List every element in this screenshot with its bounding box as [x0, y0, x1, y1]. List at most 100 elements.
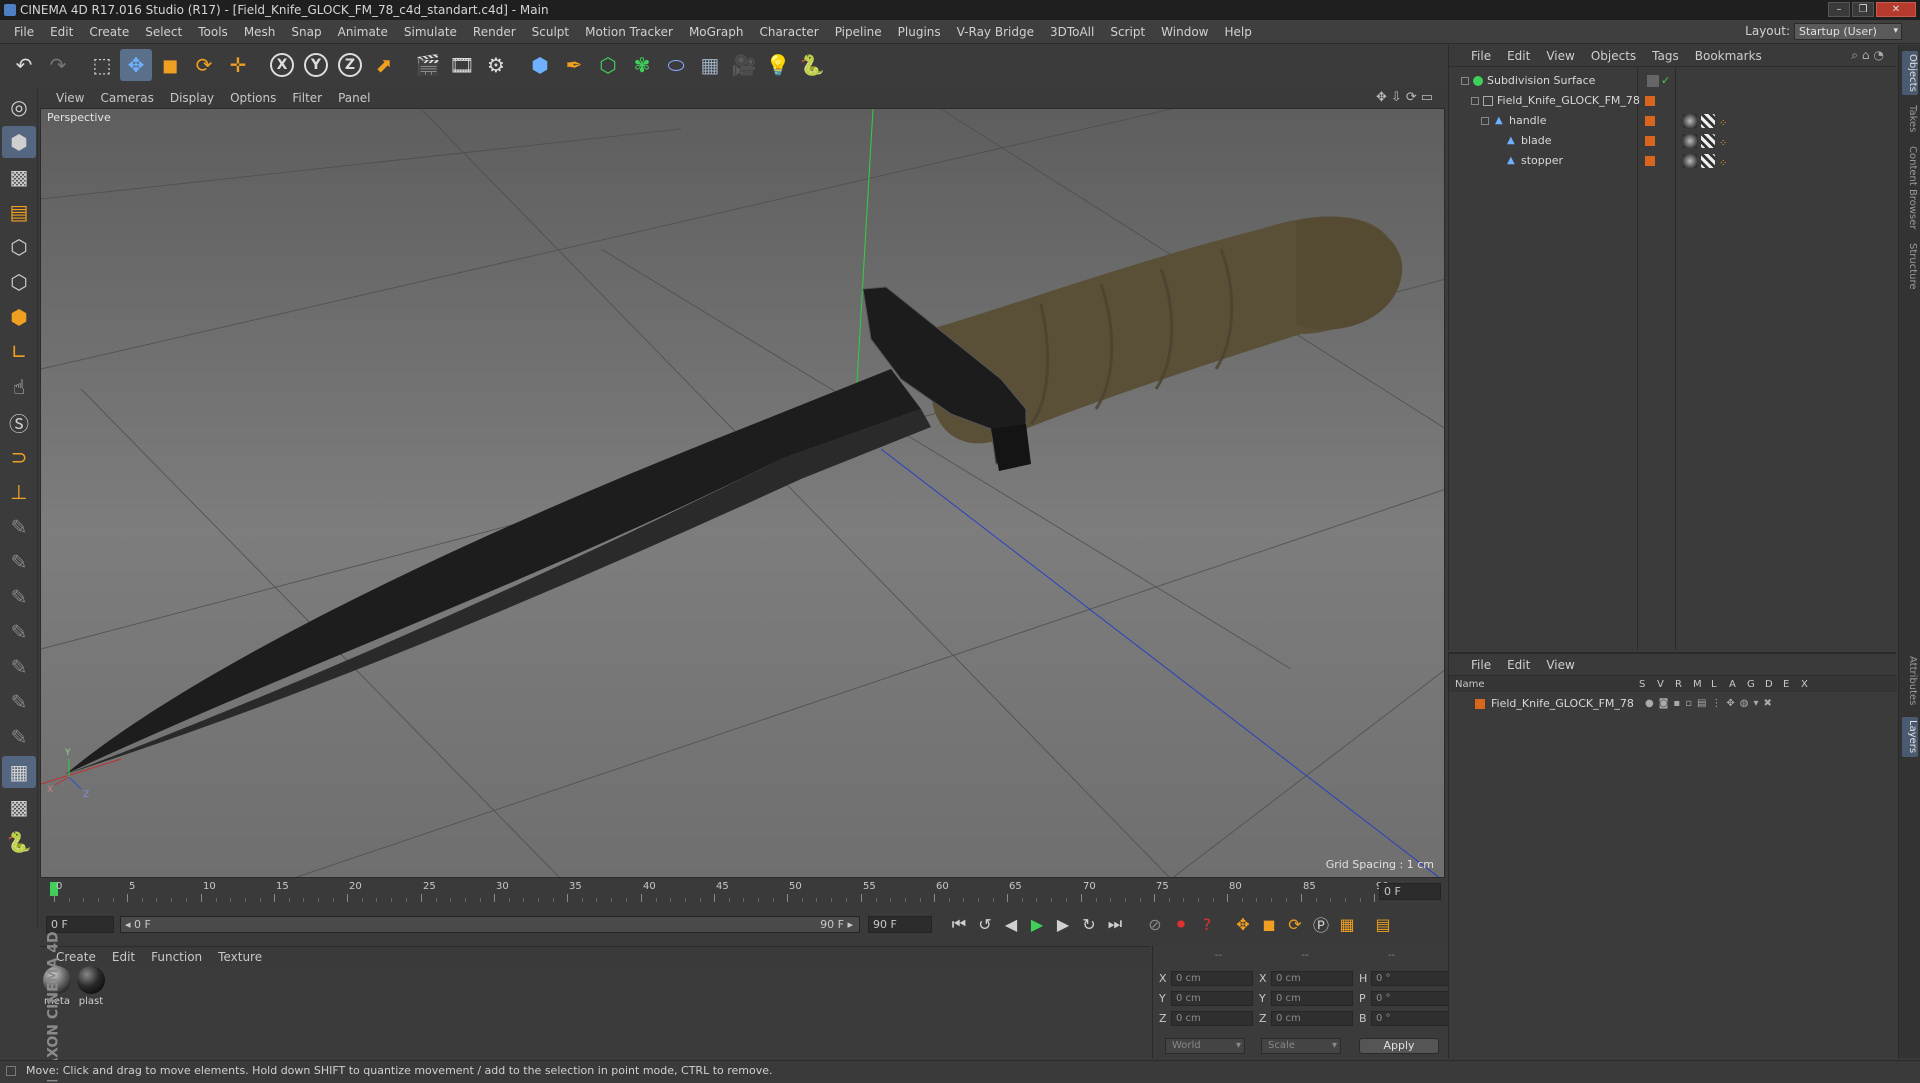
end-frame-field[interactable]: 90 F: [868, 915, 932, 933]
live-selection-icon[interactable]: ⬚: [86, 49, 118, 81]
apply-button[interactable]: Apply: [1359, 1038, 1439, 1054]
keyframe-selection-icon[interactable]: ?: [1194, 911, 1220, 937]
viewport-menu-view[interactable]: View: [48, 91, 92, 105]
material-plast[interactable]: plast: [76, 966, 106, 1007]
rot-p-field[interactable]: 0 °: [1371, 991, 1453, 1006]
snap-icon[interactable]: Ⓢ: [2, 406, 36, 438]
rot-h-field[interactable]: 0 °: [1371, 971, 1453, 986]
menu-character[interactable]: Character: [751, 25, 826, 39]
brush-tool-7-icon[interactable]: ✎: [2, 721, 36, 753]
layer-row[interactable]: Field_Knife_GLOCK_FM_78 ●◙▪▫▤⋮✥◍▾✖: [1449, 694, 1897, 714]
menu-tools[interactable]: Tools: [190, 25, 236, 39]
deformer-icon[interactable]: ⬭: [660, 49, 692, 81]
objects-menu-edit[interactable]: Edit: [1499, 49, 1538, 63]
subdivision-surface-icon[interactable]: ⬡: [592, 49, 624, 81]
key-rotation-icon[interactable]: ⟳: [1282, 911, 1308, 937]
pos-z-field[interactable]: 0 cm: [1171, 1011, 1253, 1026]
cube-primitive-icon[interactable]: ⬢: [524, 49, 556, 81]
pos-y-field[interactable]: 0 cm: [1171, 991, 1253, 1006]
magnet-icon[interactable]: ⊃: [2, 441, 36, 473]
brush-tool-3-icon[interactable]: ✎: [2, 581, 36, 613]
layout-select[interactable]: Startup (User) ▾: [1794, 23, 1902, 40]
previous-frame-icon[interactable]: ◀: [998, 911, 1024, 937]
viewport-menu-options[interactable]: Options: [222, 91, 284, 105]
timeline-window-icon[interactable]: ▤: [1370, 911, 1396, 937]
menu-mesh[interactable]: Mesh: [236, 25, 284, 39]
menu-pipeline[interactable]: Pipeline: [827, 25, 890, 39]
layer-toggle-icons[interactable]: ●◙▪▫▤⋮✥◍▾✖: [1645, 694, 1777, 714]
pos-x-field[interactable]: 0 cm: [1171, 971, 1253, 986]
viewport-nav-icons[interactable]: ✥⇩⟳▭: [1376, 90, 1437, 105]
size-mode-select[interactable]: Scale ▾: [1261, 1038, 1341, 1054]
tab-layers[interactable]: Layers: [1902, 717, 1918, 757]
redo-icon[interactable]: ↷: [42, 49, 74, 81]
tab-structure[interactable]: Structure: [1902, 239, 1918, 293]
objects-menu-tags[interactable]: Tags: [1644, 49, 1687, 63]
menu-render[interactable]: Render: [465, 25, 524, 39]
layers-menu-file[interactable]: File: [1463, 658, 1499, 672]
menu-create[interactable]: Create: [81, 25, 137, 39]
close-button[interactable]: ✕: [1876, 2, 1916, 17]
layers-menu-edit[interactable]: Edit: [1499, 658, 1538, 672]
preview-range-slider[interactable]: ◂ 0 F 90 F ▸: [120, 915, 860, 933]
menu-edit[interactable]: Edit: [42, 25, 81, 39]
objects-menu-objects[interactable]: Objects: [1583, 49, 1644, 63]
menu-help[interactable]: Help: [1216, 25, 1259, 39]
polygons-mode-icon[interactable]: ⬢: [2, 301, 36, 333]
object-row-blade[interactable]: ▲ blade ⁘: [1449, 131, 1897, 151]
end-frame-field-right[interactable]: 0 F: [1379, 883, 1441, 900]
points-mode-icon[interactable]: ⬡: [2, 231, 36, 263]
key-position-icon[interactable]: ✥: [1230, 911, 1256, 937]
texture-mode-icon[interactable]: ▩: [2, 161, 36, 193]
key-scale-icon[interactable]: ◼: [1256, 911, 1282, 937]
menu-window[interactable]: Window: [1153, 25, 1216, 39]
undo-icon[interactable]: ↶: [8, 49, 40, 81]
size-x-field[interactable]: 0 cm: [1271, 971, 1353, 986]
minimize-button[interactable]: –: [1828, 2, 1850, 17]
coordinate-system-select[interactable]: World ▾: [1165, 1038, 1245, 1054]
spline-pen-icon[interactable]: ✒: [558, 49, 590, 81]
search-icon[interactable]: ⌕⌂◔: [1851, 48, 1888, 63]
objects-menu-bookmarks[interactable]: Bookmarks: [1687, 49, 1770, 63]
brush-tool-6-icon[interactable]: ✎: [2, 686, 36, 718]
menu-snap[interactable]: Snap: [283, 25, 329, 39]
menu-mograph[interactable]: MoGraph: [681, 25, 752, 39]
object-row-subdivision-surface[interactable]: Subdivision Surface ✓: [1449, 71, 1897, 91]
viewport-menu-filter[interactable]: Filter: [284, 91, 330, 105]
rot-b-field[interactable]: 0 °: [1371, 1011, 1453, 1026]
brush-tool-1-icon[interactable]: ✎: [2, 511, 36, 543]
tab-content-browser[interactable]: Content Browser: [1902, 143, 1918, 233]
next-frame-icon[interactable]: ▶: [1050, 911, 1076, 937]
scale-tool-icon[interactable]: ◼: [154, 49, 186, 81]
tab-takes[interactable]: Takes: [1902, 101, 1918, 137]
coordinate-system-icon[interactable]: ⬈: [368, 49, 400, 81]
viewport-menu-cameras[interactable]: Cameras: [92, 91, 161, 105]
menu-script[interactable]: Script: [1102, 25, 1153, 39]
brush-tool-4-icon[interactable]: ✎: [2, 616, 36, 648]
key-pla-icon[interactable]: ▦: [1334, 911, 1360, 937]
x-axis-lock-button[interactable]: X: [266, 49, 298, 81]
menu-vray-bridge[interactable]: V-Ray Bridge: [949, 25, 1042, 39]
camera-icon[interactable]: 🎥: [728, 49, 760, 81]
perspective-viewport[interactable]: Y X Z Perspective Grid Spacing : 1 cm: [40, 108, 1445, 878]
tab-attributes[interactable]: Attributes: [1902, 651, 1918, 711]
previous-key-icon[interactable]: ↺: [972, 911, 998, 937]
object-row-stopper[interactable]: ▲ stopper ⁘: [1449, 151, 1897, 171]
autokeying-icon[interactable]: ⏺: [1168, 911, 1194, 937]
paint-tool-icon[interactable]: ▩: [2, 791, 36, 823]
menu-animate[interactable]: Animate: [330, 25, 396, 39]
current-frame-field[interactable]: 0 F: [46, 915, 114, 933]
rotate-tool-icon[interactable]: ⟳: [188, 49, 220, 81]
timeline-ruler[interactable]: 051015202530354045505560657075808590 0 F: [40, 880, 1445, 902]
menu-simulate[interactable]: Simulate: [396, 25, 465, 39]
locked-workplane-icon[interactable]: ▦: [2, 756, 36, 788]
render-view-icon[interactable]: 🎬: [412, 49, 444, 81]
render-picture-viewer-icon[interactable]: 🎞: [446, 49, 478, 81]
axis-mode-icon[interactable]: ∟: [2, 336, 36, 368]
brush-tool-2-icon[interactable]: ✎: [2, 546, 36, 578]
brush-tool-5-icon[interactable]: ✎: [2, 651, 36, 683]
menu-plugins[interactable]: Plugins: [890, 25, 949, 39]
menu-sculpt[interactable]: Sculpt: [524, 25, 577, 39]
mograph-cloner-icon[interactable]: ✾: [626, 49, 658, 81]
python-script-icon[interactable]: 🐍: [2, 826, 36, 858]
